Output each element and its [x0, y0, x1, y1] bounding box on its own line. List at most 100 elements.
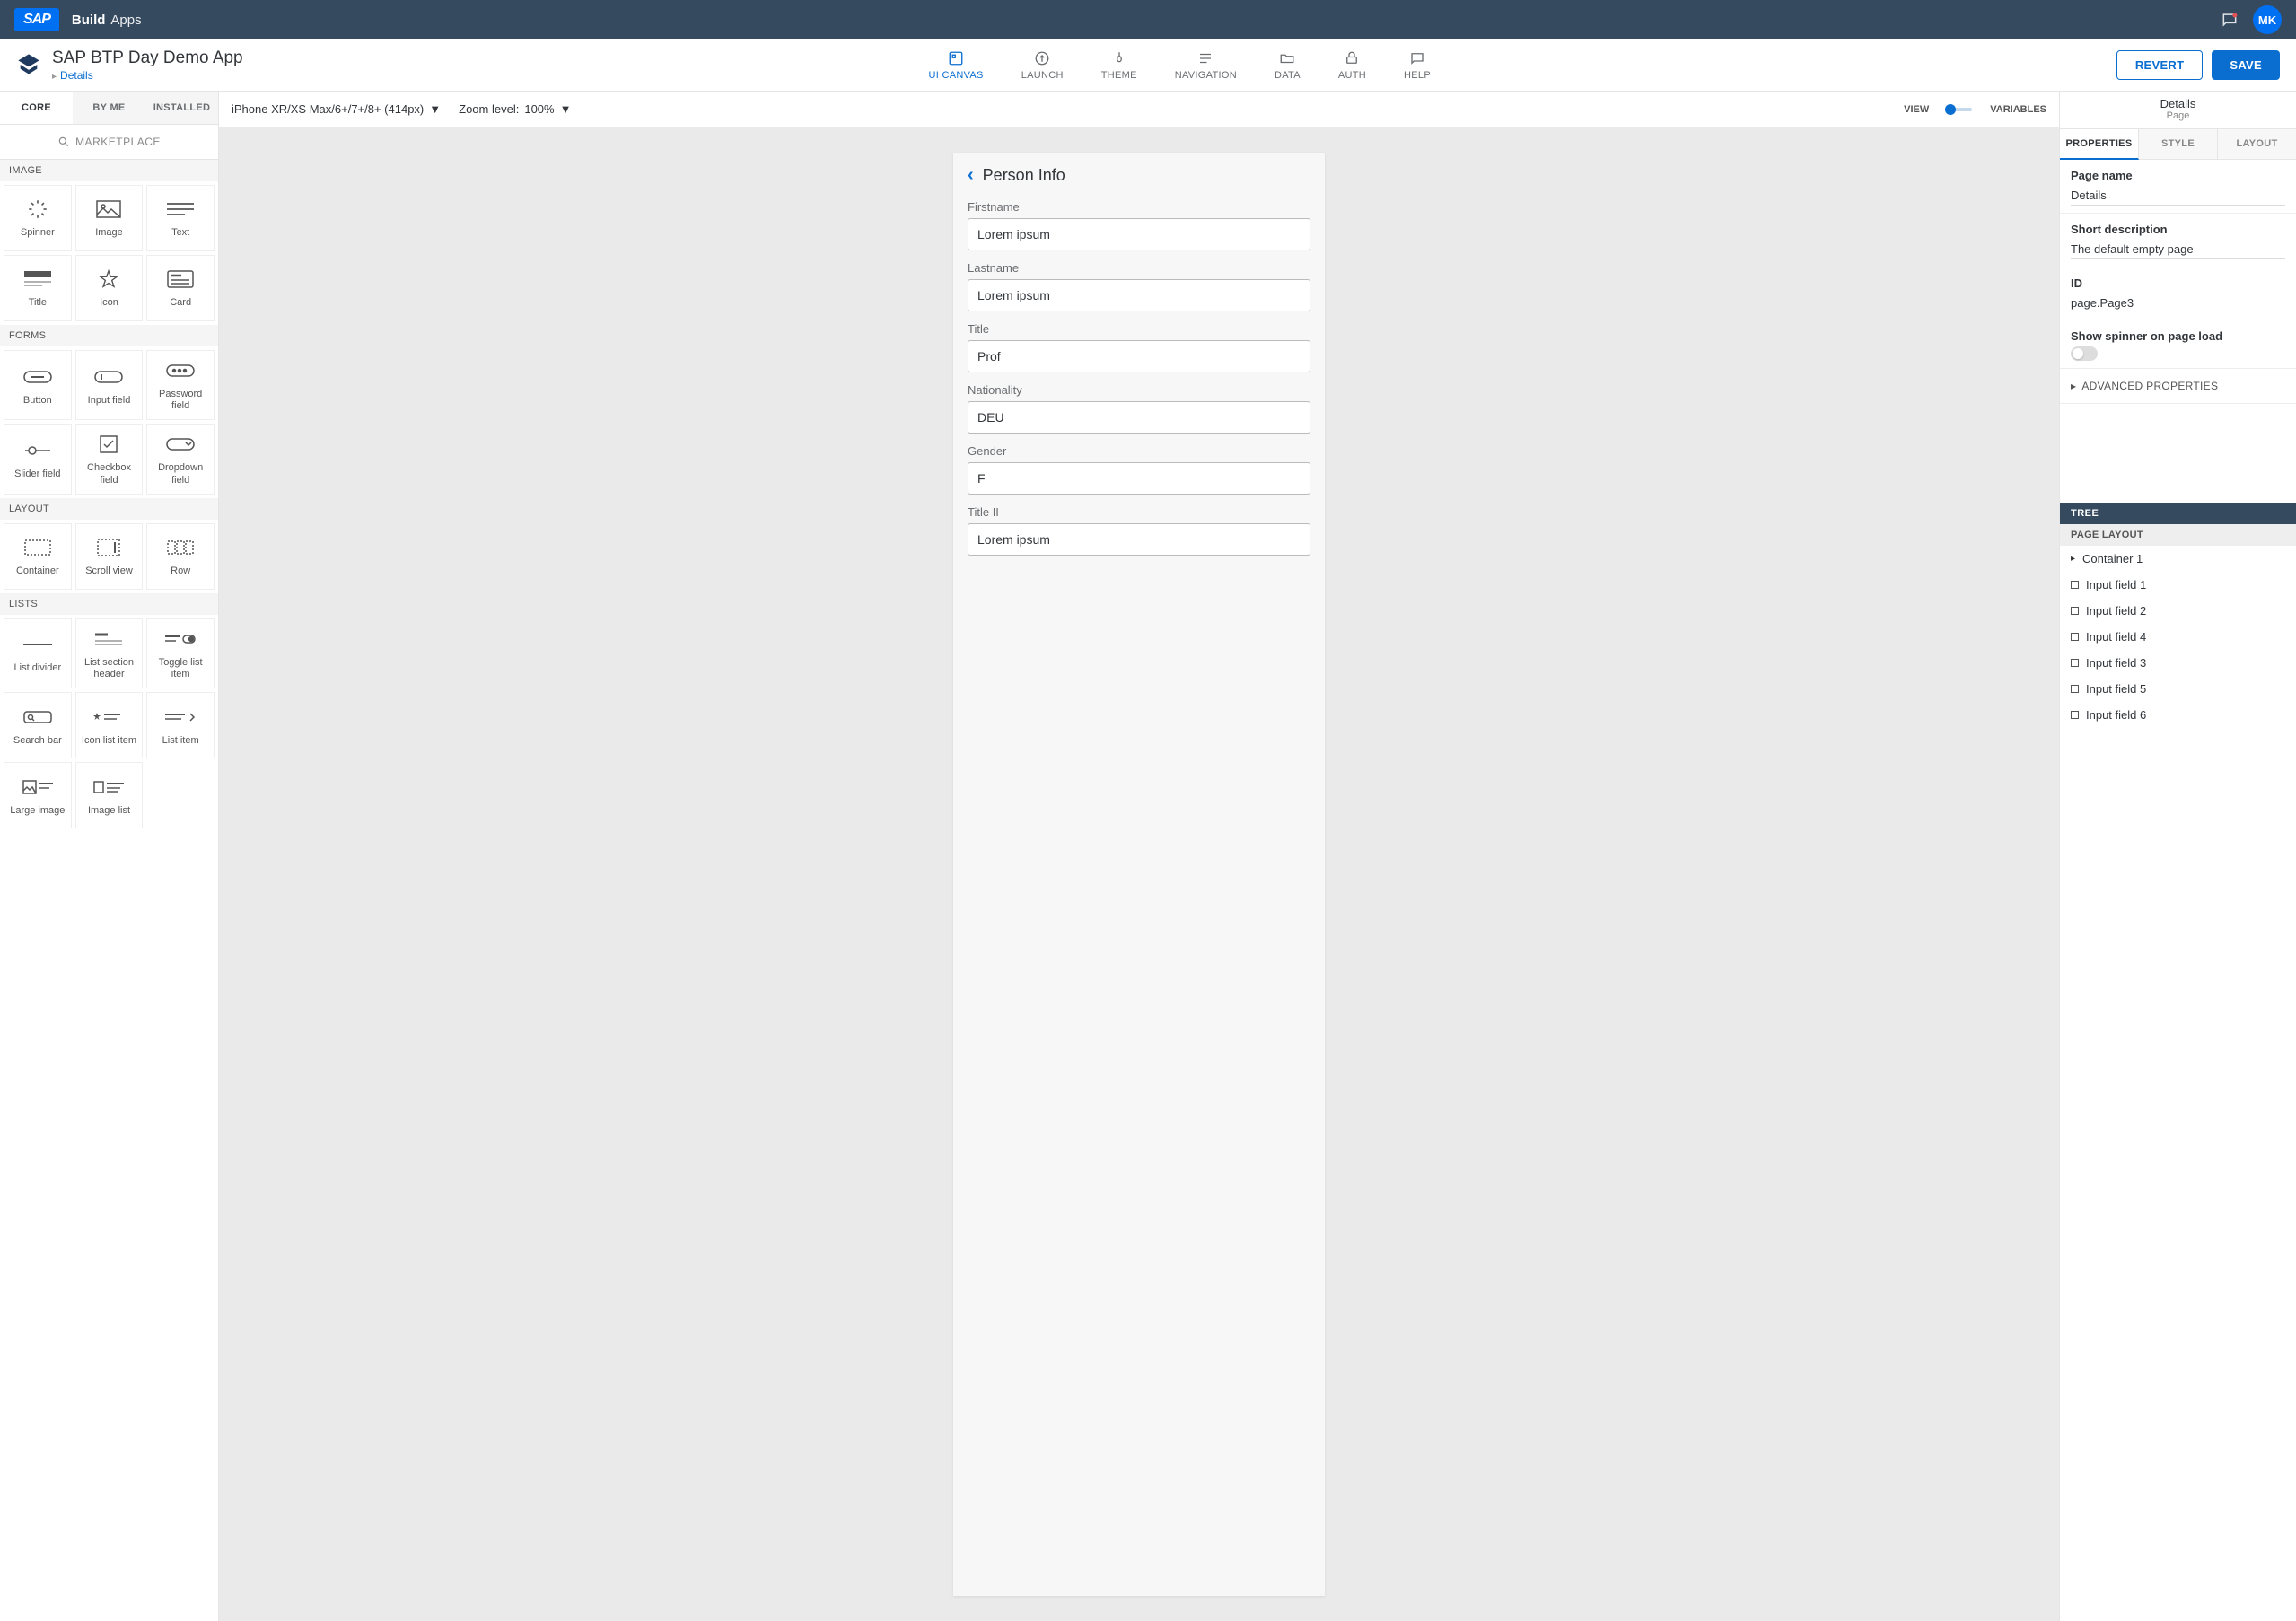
- row-icon: [167, 537, 194, 558]
- lib-item-image-list[interactable]: Image list: [75, 762, 144, 828]
- canvas-area: iPhone XR/XS Max/6+/7+/8+ (414px) ▼ Zoom…: [219, 92, 2059, 1621]
- avatar[interactable]: MK: [2253, 5, 2282, 34]
- back-icon[interactable]: ‹: [968, 165, 974, 186]
- app-title: SAP BTP Day Demo App: [52, 48, 243, 68]
- tree-item-0[interactable]: ▸Container 1: [2060, 546, 2296, 572]
- device-preview[interactable]: ‹ Person Info FirstnameLastnameTitleNati…: [953, 153, 1325, 1596]
- nav-tabs: UI CANVAS LAUNCH THEME NAVIGATION DATA A…: [243, 50, 2116, 81]
- lib-item-button[interactable]: Button: [4, 350, 72, 420]
- page-title: Person Info: [983, 166, 1065, 185]
- field-input-1[interactable]: [968, 279, 1310, 311]
- marketplace-link[interactable]: MARKETPLACE: [0, 125, 218, 160]
- view-variables-toggle[interactable]: [1947, 108, 1972, 111]
- subheader: SAP BTP Day Demo App ▸Details UI CANVAS …: [0, 39, 2296, 92]
- lib-item-large-image[interactable]: Large image: [4, 762, 72, 828]
- advanced-properties[interactable]: ▸ADVANCED PROPERTIES: [2060, 369, 2296, 404]
- lib-item-list-item[interactable]: List item: [146, 692, 215, 758]
- lib-tab-core[interactable]: CORE: [0, 92, 73, 124]
- properties-panel: Details Page PROPERTIES STYLE LAYOUT Pag…: [2059, 92, 2296, 1621]
- save-button[interactable]: SAVE: [2212, 50, 2280, 80]
- notification-icon[interactable]: [2221, 11, 2239, 29]
- prop-shortdesc-input[interactable]: The default empty page: [2071, 240, 2285, 259]
- prop-spinner-toggle[interactable]: [2071, 346, 2098, 361]
- field-input-2[interactable]: [968, 340, 1310, 372]
- icon-list-item-icon: [93, 706, 124, 728]
- toggle-list-item-icon: [165, 628, 196, 650]
- lib-item-scroll-view[interactable]: Scroll view: [75, 523, 144, 590]
- tree-item-3[interactable]: Input field 4: [2060, 624, 2296, 650]
- section-forms: FORMS: [0, 325, 218, 346]
- spinner-icon: [26, 198, 49, 220]
- field-input-0[interactable]: [968, 218, 1310, 250]
- search-bar-icon: [23, 706, 52, 728]
- lib-item-image[interactable]: Image: [75, 185, 144, 251]
- component-library: CORE BY ME INSTALLED MARKETPLACE IMAGE S…: [0, 92, 219, 1621]
- lib-item-container[interactable]: Container: [4, 523, 72, 590]
- tab-layout[interactable]: LAYOUT: [2218, 129, 2296, 160]
- tree-item-1[interactable]: Input field 1: [2060, 572, 2296, 598]
- list-section-header-icon: [95, 628, 122, 650]
- tree-item-2[interactable]: Input field 2: [2060, 598, 2296, 624]
- navigation-icon: [1197, 50, 1214, 66]
- lib-item-card[interactable]: Card: [146, 255, 215, 321]
- prop-id-value: page.Page3: [2071, 294, 2285, 312]
- lib-item-dropdown-field[interactable]: Dropdown field: [146, 424, 215, 494]
- device-selector[interactable]: iPhone XR/XS Max/6+/7+/8+ (414px) ▼: [232, 102, 441, 116]
- lib-item-icon[interactable]: Icon: [75, 255, 144, 321]
- zoom-selector[interactable]: Zoom level: 100% ▼: [459, 102, 571, 116]
- lib-item-text[interactable]: Text: [146, 185, 215, 251]
- data-icon: [1279, 50, 1295, 66]
- tree-item-4[interactable]: Input field 3: [2060, 650, 2296, 676]
- field-input-4[interactable]: [968, 462, 1310, 495]
- field-label-1: Lastname: [968, 261, 1310, 275]
- title-icon: [24, 268, 51, 290]
- prop-id-label: ID: [2071, 276, 2285, 290]
- field-label-5: Title II: [968, 505, 1310, 519]
- image-icon: [96, 198, 121, 220]
- tab-help[interactable]: HELP: [1404, 50, 1431, 81]
- lib-item-toggle-list-item[interactable]: Toggle list item: [146, 618, 215, 688]
- field-input-3[interactable]: [968, 401, 1310, 434]
- lib-item-spinner[interactable]: Spinner: [4, 185, 72, 251]
- lib-item-row[interactable]: Row: [146, 523, 215, 590]
- lib-item-checkbox-field[interactable]: Checkbox field: [75, 424, 144, 494]
- tab-navigation[interactable]: NAVIGATION: [1175, 50, 1237, 81]
- app-icon: [16, 52, 43, 79]
- tab-style[interactable]: STYLE: [2139, 129, 2218, 160]
- field-input-5[interactable]: [968, 523, 1310, 556]
- tab-ui-canvas[interactable]: UI CANVAS: [929, 50, 984, 81]
- lib-item-input-field[interactable]: Input field: [75, 350, 144, 420]
- card-icon: [167, 268, 194, 290]
- tab-properties[interactable]: PROPERTIES: [2060, 129, 2139, 160]
- lib-item-search-bar[interactable]: Search bar: [4, 692, 72, 758]
- lib-tab-byme[interactable]: BY ME: [73, 92, 145, 124]
- prop-pagename-input[interactable]: Details: [2071, 186, 2285, 206]
- tab-launch[interactable]: LAUNCH: [1021, 50, 1064, 81]
- page-info-title: Details: [2060, 97, 2296, 110]
- tab-auth[interactable]: AUTH: [1338, 50, 1366, 81]
- lib-item-list-divider[interactable]: List divider: [4, 618, 72, 688]
- tree-item-6[interactable]: Input field 6: [2060, 702, 2296, 728]
- sap-logo: SAP: [14, 8, 59, 31]
- section-lists: LISTS: [0, 593, 218, 615]
- brand-build: Build: [72, 13, 106, 28]
- slider-field-icon: [23, 440, 52, 461]
- lib-tab-installed[interactable]: INSTALLED: [145, 92, 218, 124]
- list-item-icon: [165, 706, 196, 728]
- tree-item-5[interactable]: Input field 5: [2060, 676, 2296, 702]
- lib-item-title[interactable]: Title: [4, 255, 72, 321]
- revert-button[interactable]: REVERT: [2116, 50, 2204, 80]
- section-image: IMAGE: [0, 160, 218, 181]
- section-layout: LAYOUT: [0, 498, 218, 520]
- theme-icon: [1111, 50, 1127, 66]
- lib-item-password-field[interactable]: Password field: [146, 350, 215, 420]
- help-icon: [1409, 50, 1425, 66]
- tab-theme[interactable]: THEME: [1101, 50, 1137, 81]
- tab-data[interactable]: DATA: [1275, 50, 1301, 81]
- lib-item-icon-list-item[interactable]: Icon list item: [75, 692, 144, 758]
- button-icon: [23, 366, 52, 388]
- lib-item-slider-field[interactable]: Slider field: [4, 424, 72, 494]
- breadcrumb[interactable]: ▸Details: [52, 68, 243, 82]
- lib-item-list-section-header[interactable]: List section header: [75, 618, 144, 688]
- icon-icon: [99, 268, 118, 290]
